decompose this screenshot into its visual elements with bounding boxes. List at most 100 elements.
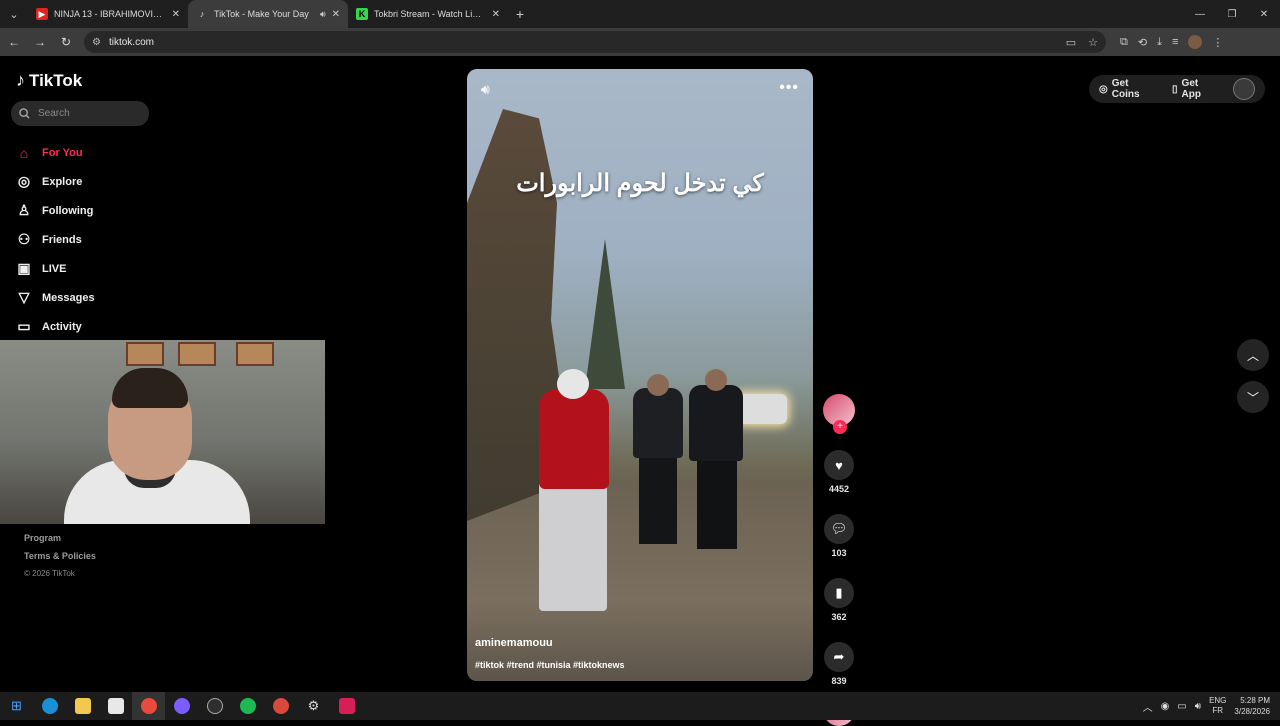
phone-icon: ▯	[1172, 83, 1178, 95]
tab-tokbri[interactable]: K Tokbri Stream - Watch Live on ✕	[348, 0, 508, 28]
maximize-button[interactable]: ❐	[1216, 0, 1248, 28]
tab-title: TikTok - Make Your Day	[214, 9, 309, 19]
next-video-button[interactable]: ﹀	[1237, 381, 1269, 413]
store-icon[interactable]	[99, 692, 132, 720]
back-button[interactable]: ←	[2, 30, 26, 54]
profile-avatar[interactable]	[1188, 35, 1203, 49]
live-icon: ▣	[17, 260, 31, 276]
tiktok-page: ♪ TikTok Search ⌂ For You ◎ Explore ♙ Fo…	[0, 56, 1280, 726]
download-icon[interactable]: ⤓	[1157, 36, 1162, 49]
speaker-icon[interactable]: 🔊︎	[320, 9, 326, 20]
get-app-label: Get App	[1181, 78, 1201, 100]
video-player[interactable]: كي تدخل لحوم الرابورات 🔊︎ ••• aminemamou…	[467, 69, 813, 681]
sidebar-item-for-you[interactable]: ⌂ For You	[16, 138, 95, 167]
compass-icon: ◎	[17, 173, 31, 189]
search-icon	[19, 108, 30, 119]
url-bar[interactable]: ⚙ tiktok.com ▭ ☆	[84, 31, 1106, 53]
system-tray: ︿ ◉ ▭ 🔊︎ ENG FR 5:28 PM 3/28/2026	[1143, 695, 1280, 717]
messenger-icon[interactable]	[165, 692, 198, 720]
forward-button[interactable]: →	[28, 30, 52, 54]
share-count: 839	[831, 676, 847, 686]
network-icon[interactable]: ▭	[1177, 701, 1186, 712]
clock-date: 3/28/2026	[1234, 707, 1270, 716]
site-info-icon[interactable]: ⚙	[92, 37, 101, 48]
chevron-down-icon: ﹀	[1246, 390, 1259, 405]
clock[interactable]: 5:28 PM 3/28/2026	[1234, 695, 1270, 717]
edge-icon[interactable]	[33, 692, 66, 720]
home-icon: ⌂	[19, 144, 29, 161]
sidebar-item-label: LIVE	[42, 262, 67, 275]
copyright-text: © 2026 TikTok	[24, 569, 75, 578]
settings-gear-icon[interactable]: ⚙	[297, 692, 330, 720]
history-icon[interactable]: ⟲	[1138, 36, 1147, 49]
like-count: 4452	[828, 484, 850, 494]
terms-link[interactable]: Terms & Policies	[24, 547, 96, 565]
sidebar-item-friends[interactable]: ⚇ Friends	[16, 225, 95, 254]
sidebar-item-following[interactable]: ♙ Following	[16, 196, 95, 225]
obs-icon[interactable]	[198, 692, 231, 720]
minimize-button[interactable]: —	[1184, 0, 1216, 28]
tab-close-icon[interactable]: ✕	[492, 9, 500, 20]
header-actions: ◎ Get Coins ▯ Get App	[1089, 75, 1265, 103]
tab-close-icon[interactable]: ✕	[332, 9, 340, 20]
sidebar-item-live[interactable]: ▣ LIVE	[16, 254, 95, 283]
spotify-icon[interactable]	[231, 692, 264, 720]
video-pine	[585, 239, 625, 389]
comment-count: 103	[831, 548, 847, 558]
tab-search-chevron-icon[interactable]: ⌄	[0, 0, 28, 28]
previous-video-button[interactable]: ︿	[1237, 339, 1269, 371]
sidebar-item-messages[interactable]: ▽ Messages	[16, 283, 95, 312]
media-control-icon[interactable]: ≡	[1172, 36, 1178, 48]
wall-frame	[236, 342, 274, 366]
follow-plus-icon[interactable]: +	[833, 420, 847, 434]
language-indicator[interactable]: ENG FR	[1209, 696, 1226, 716]
wall-frame	[126, 342, 164, 366]
get-coins-button[interactable]: ◎ Get Coins	[1099, 78, 1158, 100]
chrome-profile-icon[interactable]	[264, 692, 297, 720]
reload-button[interactable]: ↻	[54, 30, 78, 54]
youtube-icon: ▶	[36, 8, 48, 20]
volume-icon[interactable]: 🔊︎	[481, 81, 490, 98]
friends-icon: ⚇	[17, 231, 31, 247]
sidebar-item-explore[interactable]: ◎ Explore	[16, 167, 95, 196]
more-options-icon[interactable]: •••	[779, 79, 799, 97]
tab-title: NINJA 13 - IBRAHIMOVIC ( MIX	[54, 9, 166, 19]
comment-button[interactable]: 💬︎	[824, 514, 854, 544]
send-icon: ▽	[18, 289, 30, 305]
search-input[interactable]: Search	[11, 101, 149, 126]
program-link[interactable]: Program	[24, 529, 96, 547]
share-button[interactable]: ➦	[824, 642, 854, 672]
save-button[interactable]: ▮	[824, 578, 854, 608]
sidebar-item-label: Explore	[42, 175, 83, 188]
search-placeholder: Search	[38, 108, 70, 119]
close-window-button[interactable]: ✕	[1248, 0, 1280, 28]
video-hashtags[interactable]: #tiktok #trend #tunisia #tiktoknews	[475, 660, 625, 670]
tab-title: Tokbri Stream - Watch Live on	[374, 9, 486, 19]
comment-icon: 💬︎	[830, 521, 848, 536]
discord-icon[interactable]: ◉	[1161, 701, 1170, 712]
chrome-icon[interactable]	[132, 692, 165, 720]
volume-tray-icon[interactable]: 🔊︎	[1195, 701, 1201, 712]
chevron-up-icon: ︿	[1246, 348, 1259, 363]
menu-kebab-icon[interactable]: ⋮	[1212, 36, 1223, 49]
tab-youtube[interactable]: ▶ NINJA 13 - IBRAHIMOVIC ( MIX ✕	[28, 0, 188, 28]
tiktok-logo[interactable]: ♪ TikTok	[16, 70, 82, 91]
sidebar-item-activity[interactable]: ▭ Activity	[16, 312, 95, 341]
creator-avatar[interactable]: +	[823, 394, 855, 434]
new-tab-button[interactable]: +	[508, 6, 532, 22]
tokbri-icon: K	[356, 8, 368, 20]
bookmark-star-icon[interactable]: ☆	[1088, 36, 1098, 49]
tab-tiktok[interactable]: ♪ TikTok - Make Your Day 🔊︎ ✕	[188, 0, 348, 28]
windows-start-icon[interactable]: ⊞	[0, 692, 33, 720]
user-avatar[interactable]	[1233, 78, 1255, 100]
get-app-button[interactable]: ▯ Get App	[1172, 78, 1219, 100]
like-button[interactable]: ♥	[824, 450, 854, 480]
extensions-icon[interactable]: ⧉	[1120, 36, 1128, 49]
share-arrow-icon: ➦	[833, 649, 845, 664]
tray-chevron-icon[interactable]: ︿	[1143, 699, 1153, 714]
cast-icon[interactable]: ▭	[1066, 36, 1076, 49]
tab-close-icon[interactable]: ✕	[172, 9, 180, 20]
app-icon[interactable]	[330, 692, 363, 720]
file-explorer-icon[interactable]	[66, 692, 99, 720]
video-author[interactable]: aminemamouu	[475, 637, 553, 649]
